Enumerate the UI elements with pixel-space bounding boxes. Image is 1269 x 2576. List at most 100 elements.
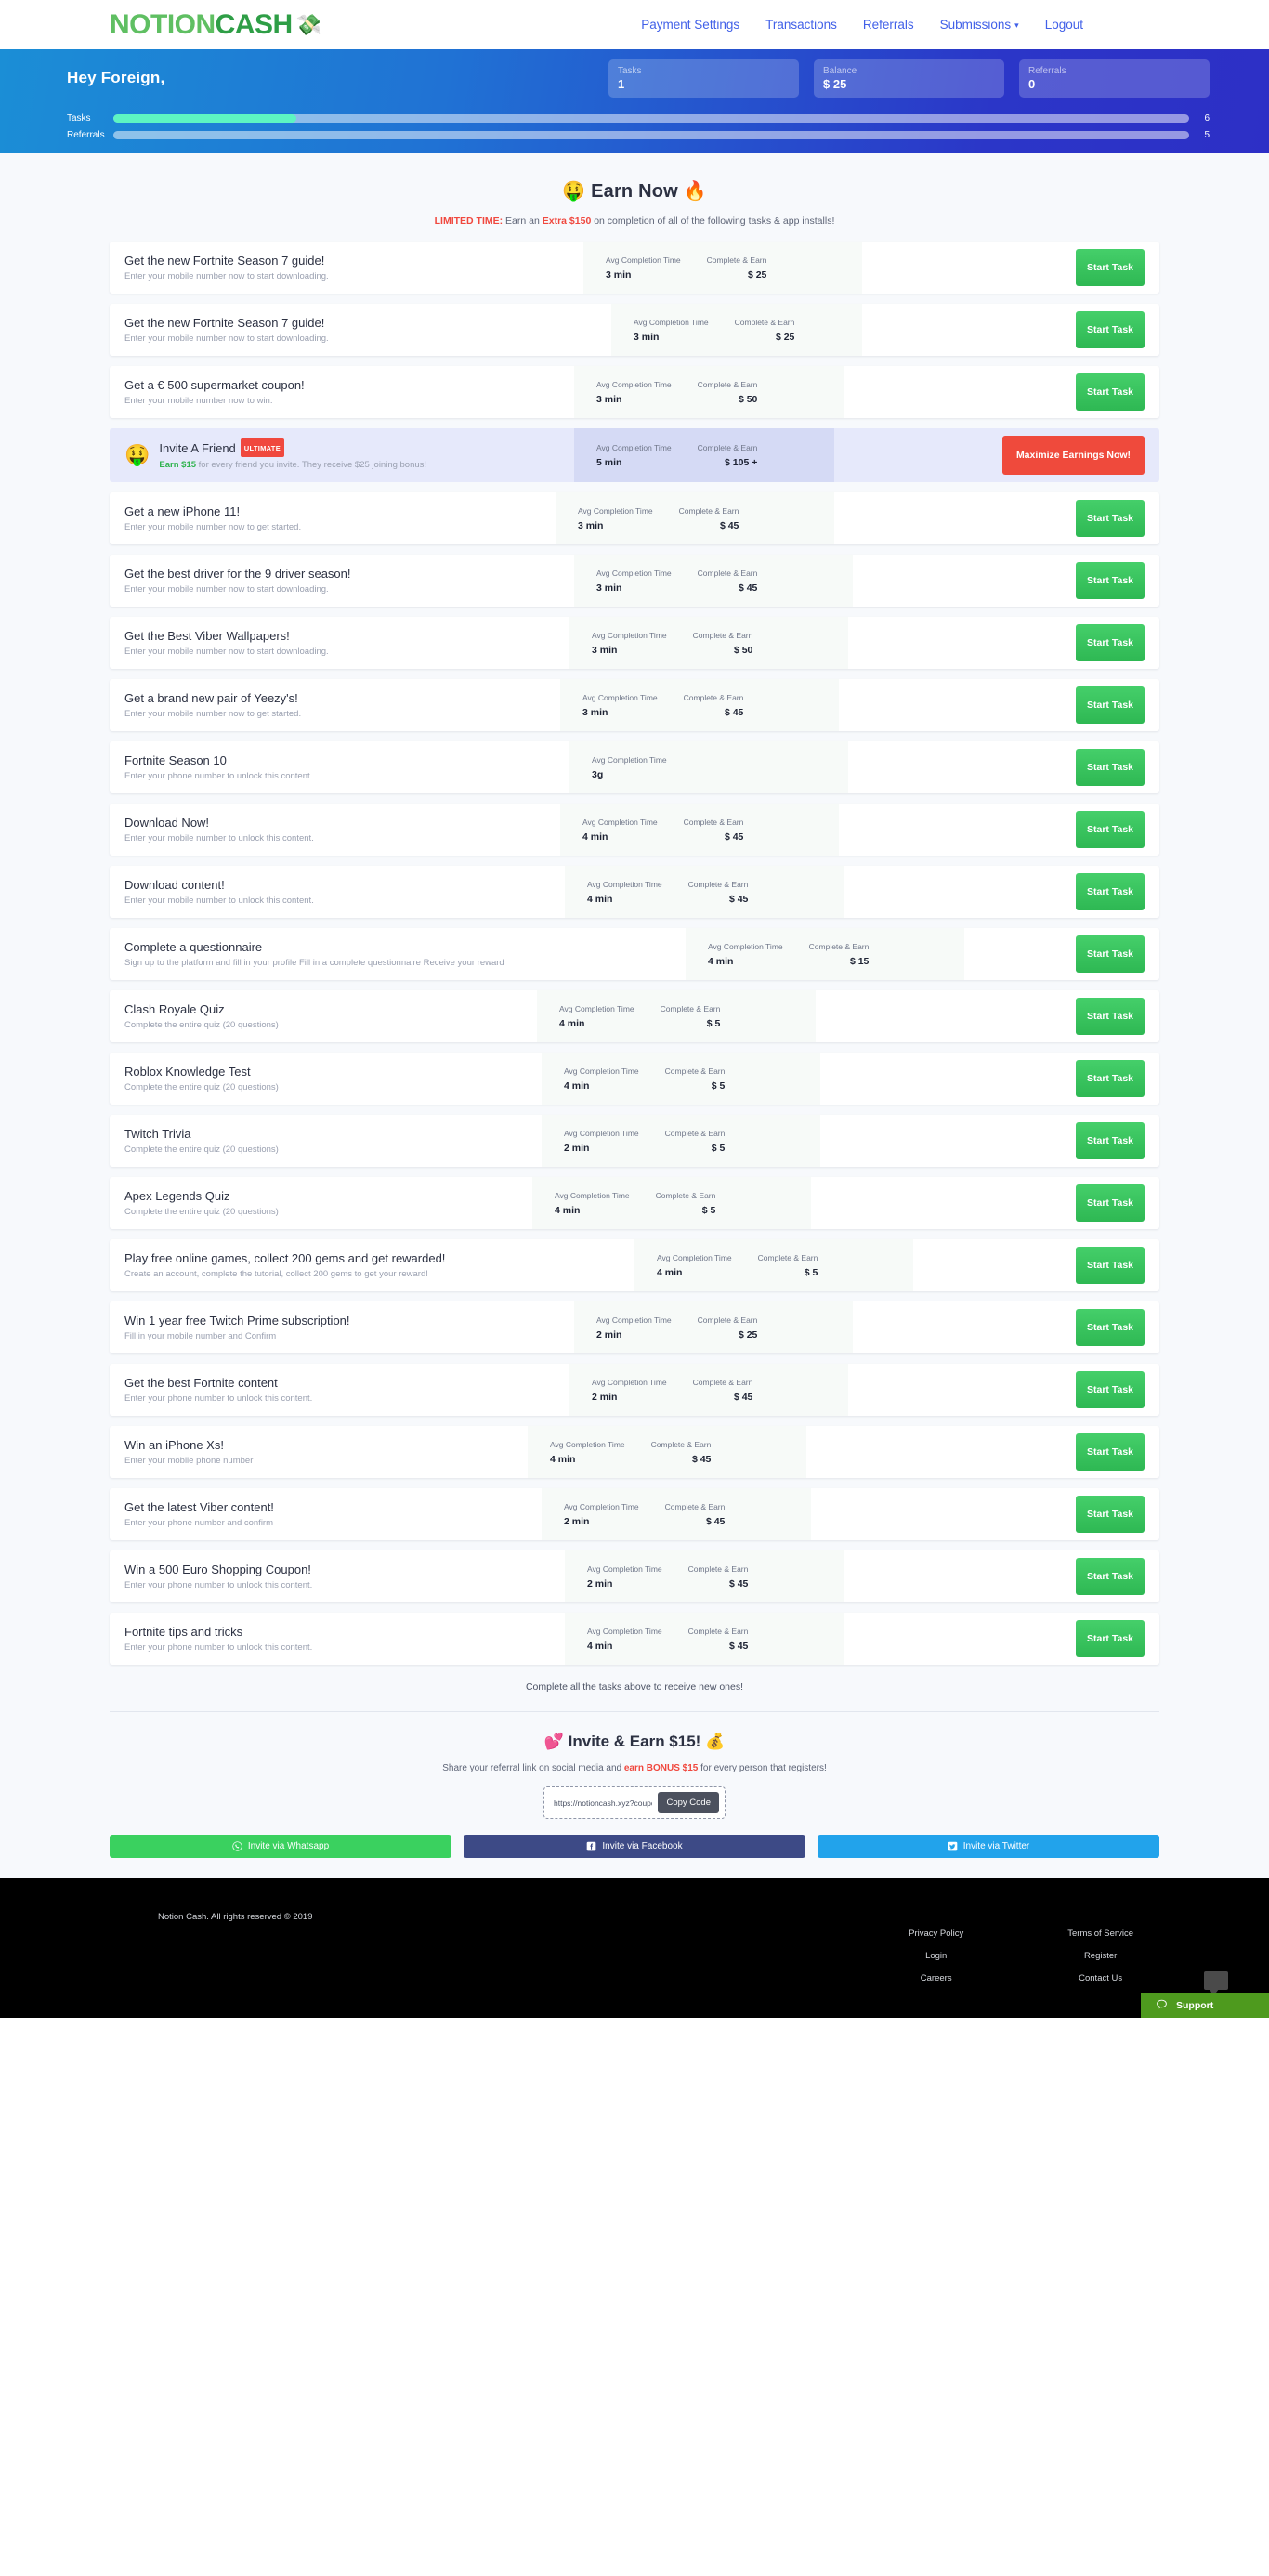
start-task-button[interactable]: Start Task [1076,873,1145,910]
nav-item-submissions[interactable]: Submissions ▾ [940,18,1019,32]
task-metrics: Avg Completion Time 4 min Complete & Earn $… [537,990,816,1042]
metric-value-earn: $ 5 [706,1017,721,1029]
site-logo[interactable]: NOTIONCASH 💸 [110,8,321,40]
task-spacer [839,804,1076,856]
nav-item-referrals[interactable]: Referrals [863,18,914,32]
metric-value-earn: $ 25 [738,1328,758,1340]
metric-value-time: 4 min [550,1453,576,1465]
start-task-button[interactable]: Start Task [1076,1122,1145,1159]
progress-row-referrals: Referrals 5 [67,130,1210,140]
task-info: Complete a questionnaire Sign up to the p… [110,928,686,980]
footer-link-login[interactable]: Login [909,1951,963,1961]
metric-avg-completion-time: Avg Completion Time 4 min [546,1003,648,1030]
copy-code-button[interactable]: Copy Code [658,1792,719,1813]
nav-item-payment-settings[interactable]: Payment Settings [641,18,739,32]
start-task-button[interactable]: Start Task [1076,1620,1145,1657]
task-title: Fortnite tips and tricks [124,1624,243,1639]
invite-via-facebook-button[interactable]: Invite via Facebook [464,1835,805,1858]
social-share-row: Invite via Whatsapp Invite via Facebook … [110,1835,1159,1858]
metric-label-time: Avg Completion Time [592,630,667,640]
metric-label-time: Avg Completion Time [587,879,662,889]
support-widget-button[interactable]: Support [1141,1993,1269,2018]
task-info: Get a new iPhone 11! Enter your mobile nu… [110,492,556,544]
task-info: Get a brand new pair of Yeezy's! Enter yo… [110,679,560,731]
footer-link-register[interactable]: Register [1067,1951,1133,1961]
metric-complete-and-earn: Complete & Earn $ 5 [643,1190,729,1217]
task-description: Enter your mobile number now to start do… [124,333,329,344]
metric-label-earn: Complete & Earn [734,317,795,327]
start-task-button[interactable]: Start Task [1076,1558,1145,1595]
footer-link-careers[interactable]: Careers [909,1973,963,1983]
task-row: Clash Royale Quiz Complete the entire qui… [110,990,1159,1042]
start-task-button[interactable]: Start Task [1076,1184,1145,1222]
maximize-earnings-button[interactable]: Maximize Earnings Now! [1002,436,1145,475]
metric-value-time: 3 min [578,519,604,531]
invite-via-twitter-button[interactable]: Invite via Twitter [818,1835,1159,1858]
start-task-button[interactable]: Start Task [1076,1060,1145,1097]
invite-via-whatsapp-button[interactable]: Invite via Whatsapp [110,1835,451,1858]
referral-url-text[interactable]: https://notioncash.xyz?coupon=Xaric [550,1798,652,1808]
stat-label-balance: Balance [823,65,857,76]
task-info: Clash Royale Quiz Complete the entire qui… [110,990,537,1042]
start-task-button[interactable]: Start Task [1076,1247,1145,1284]
start-task-button[interactable]: Start Task [1076,373,1145,411]
task-spacer [820,1053,1076,1105]
logo-text-cash: CASH [215,8,294,40]
metric-value-earn: $ 5 [711,1079,726,1092]
start-task-button[interactable]: Start Task [1076,311,1145,348]
start-task-button[interactable]: Start Task [1076,935,1145,973]
metric-value-time: 3g [592,768,604,780]
task-spacer [848,1364,1076,1416]
metric-complete-and-earn: Complete & Earn $ 5 [745,1252,831,1279]
referral-link-box: https://notioncash.xyz?coupon=Xaric Copy… [543,1786,726,1819]
metric-label-earn: Complete & Earn [687,879,749,889]
metric-avg-completion-time: Avg Completion Time 3 min [579,630,680,657]
start-task-button[interactable]: Start Task [1076,562,1145,599]
metric-label-earn: Complete & Earn [697,379,758,389]
start-task-button[interactable]: Start Task [1076,1496,1145,1533]
start-task-button[interactable]: Start Task [1076,1309,1145,1346]
start-task-button[interactable]: Start Task [1076,998,1145,1035]
metric-label-time: Avg Completion Time [592,754,667,765]
tasks-footer-note: Complete all the tasks above to receive … [525,1681,744,1693]
metric-value-time: 4 min [587,893,613,905]
task-title: Download Now! [124,815,210,830]
metric-avg-completion-time: Avg Completion Time 2 min [574,1563,675,1590]
metric-label-earn: Complete & Earn [697,442,758,452]
start-task-button[interactable]: Start Task [1076,500,1145,537]
metric-label-time: Avg Completion Time [708,941,783,951]
start-task-button[interactable]: Start Task [1076,749,1145,786]
start-task-button[interactable]: Start Task [1076,249,1145,286]
task-description: Complete the entire quiz (20 questions) [124,1081,279,1092]
invite-via-facebook-label: Invite via Facebook [602,1841,683,1851]
footer-link-contact-us[interactable]: Contact Us [1067,1973,1133,1983]
metric-complete-and-earn: Complete & Earn $ 45 [675,879,762,906]
task-title: Clash Royale Quiz [124,1001,225,1016]
metric-complete-and-earn: Complete & Earn $ 15 [796,941,883,968]
task-description: Sign up to the platform and fill in your… [124,957,504,968]
task-spacer [806,1426,1076,1478]
task-action: Start Task [1076,1301,1159,1353]
metric-label-earn: Complete & Earn [697,1314,758,1325]
nav-item-logout[interactable]: Logout [1045,18,1083,32]
task-spacer [839,679,1076,731]
footer-link-privacy-policy[interactable]: Privacy Policy [909,1929,963,1939]
start-task-button[interactable]: Start Task [1076,1433,1145,1471]
metric-value-earn: $ 5 [701,1204,716,1216]
start-task-button[interactable]: Start Task [1076,811,1145,848]
task-metrics: Avg Completion Time 2 min Complete & Earn $… [565,1550,844,1602]
start-task-button[interactable]: Start Task [1076,686,1145,724]
footer-link-terms-of-service[interactable]: Terms of Service [1067,1929,1133,1939]
invite-sub-suffix: for every person that registers! [698,1763,827,1773]
start-task-button[interactable]: Start Task [1076,624,1145,661]
progress-fill-tasks [113,114,296,123]
task-action: Start Task [1076,741,1159,793]
invite-sub-bonus: earn BONUS $15 [623,1763,699,1773]
task-action: Start Task [1076,366,1159,418]
main-content: 🤑 Earn Now 🔥 LIMITED TIME: Earn an Extra… [0,153,1269,1878]
nav-item-transactions[interactable]: Transactions [765,18,837,32]
task-action: Maximize Earnings Now! [1002,428,1159,482]
task-row: Get the new Fortnite Season 7 guide! Ente… [110,304,1159,356]
start-task-button[interactable]: Start Task [1076,1371,1145,1408]
metric-value-earn: $ 45 [733,1391,753,1403]
